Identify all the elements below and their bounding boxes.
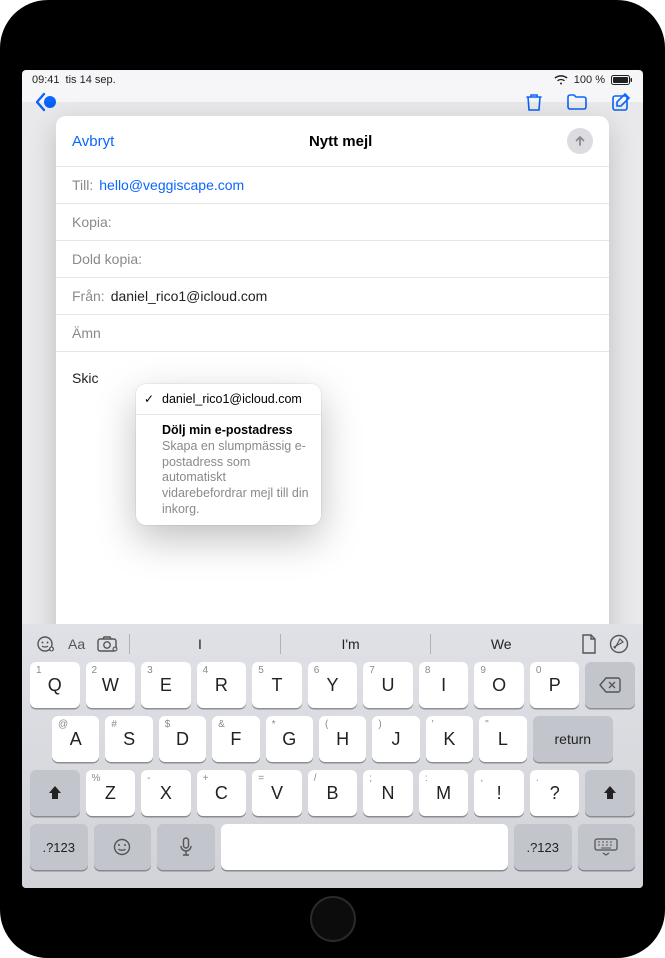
keyboard: Aa I I'm We 1Q2W3E4R5T6Y7U8I9O (22, 624, 643, 888)
status-date: tis 14 sep. (66, 74, 116, 86)
ipad-frame: 09:41 tis 14 sep. 100 % (0, 0, 665, 958)
key-u[interactable]: 7U (363, 662, 413, 708)
key-n[interactable]: ;N (363, 770, 413, 816)
emoji-key[interactable] (94, 824, 152, 870)
key-m[interactable]: :M (419, 770, 469, 816)
subject-field[interactable]: Ämn (56, 315, 609, 352)
cc-field[interactable]: Kopia: (56, 204, 609, 241)
keyboard-row-4: .?123 .?123 (30, 824, 635, 870)
numbers-key-right[interactable]: .?123 (514, 824, 572, 870)
status-bar: 09:41 tis 14 sep. 100 % (22, 70, 643, 90)
space-key[interactable] (221, 824, 509, 870)
key-q[interactable]: 1Q (30, 662, 80, 708)
markup-icon[interactable] (609, 634, 629, 654)
dictation-key[interactable] (157, 824, 215, 870)
key-e[interactable]: 3E (141, 662, 191, 708)
key-c[interactable]: +C (197, 770, 247, 816)
home-button[interactable] (310, 896, 356, 942)
key-z[interactable]: %Z (86, 770, 136, 816)
return-key[interactable]: return (533, 716, 614, 762)
from-value: daniel_rico1@icloud.com (111, 288, 268, 304)
key-p[interactable]: 0P (530, 662, 580, 708)
key-v[interactable]: =V (252, 770, 302, 816)
camera-icon[interactable] (97, 635, 119, 653)
compose-title: Nytt mejl (309, 133, 372, 150)
key-w[interactable]: 2W (86, 662, 136, 708)
to-value: hello@veggiscape.com (99, 177, 244, 193)
from-dropdown: daniel_rico1@icloud.com Dölj min e-posta… (136, 384, 321, 525)
dismiss-keyboard-key[interactable] (578, 824, 636, 870)
key-a[interactable]: @A (52, 716, 99, 762)
dropdown-selected-address[interactable]: daniel_rico1@icloud.com (136, 384, 321, 414)
status-time: 09:41 (32, 74, 60, 86)
dropdown-hide-my-email[interactable]: Dölj min e-postadress Skapa en slumpmäss… (136, 415, 321, 525)
key-g[interactable]: *G (266, 716, 313, 762)
wifi-icon (554, 75, 568, 85)
key-y[interactable]: 6Y (308, 662, 358, 708)
bcc-label: Dold kopia: (72, 251, 142, 267)
cc-label: Kopia: (72, 214, 112, 230)
key-?[interactable]: .? (530, 770, 580, 816)
from-field[interactable]: Från: daniel_rico1@icloud.com (56, 278, 609, 315)
suggestion-3[interactable]: We (430, 634, 571, 654)
key-t[interactable]: 5T (252, 662, 302, 708)
subject-label: Ämn (72, 325, 101, 341)
from-label: Från: (72, 288, 105, 304)
key-h[interactable]: (H (319, 716, 366, 762)
cancel-button[interactable]: Avbryt (72, 133, 114, 150)
to-field[interactable]: Till: hello@veggiscape.com (56, 167, 609, 204)
key-i[interactable]: 8I (419, 662, 469, 708)
numbers-key-left[interactable]: .?123 (30, 824, 88, 870)
key-l[interactable]: "L (479, 716, 526, 762)
battery-text: 100 % (574, 74, 605, 86)
keyboard-row-1: 1Q2W3E4R5T6Y7U8I9O0P (30, 662, 635, 708)
key-f[interactable]: &F (212, 716, 259, 762)
bcc-field[interactable]: Dold kopia: (56, 241, 609, 278)
backspace-key[interactable] (585, 662, 635, 708)
body-preview: Skic (72, 370, 98, 386)
keyboard-row-3: %Z-X+C=V/B;N:M,!.? (30, 770, 635, 816)
screen: 09:41 tis 14 sep. 100 % (22, 70, 643, 888)
text-format-icon[interactable]: Aa (68, 636, 85, 652)
key-d[interactable]: $D (159, 716, 206, 762)
memoji-sticker-icon[interactable] (36, 635, 56, 653)
key-j[interactable]: )J (372, 716, 419, 762)
hide-email-desc: Skapa en slumpmässig e-postadress som au… (162, 439, 309, 517)
shift-key-right[interactable] (585, 770, 635, 816)
scan-document-icon[interactable] (581, 634, 597, 654)
shift-key-left[interactable] (30, 770, 80, 816)
hide-email-title: Dölj min e-postadress (162, 423, 309, 437)
key-s[interactable]: #S (105, 716, 152, 762)
key-k[interactable]: 'K (426, 716, 473, 762)
key-x[interactable]: -X (141, 770, 191, 816)
to-label: Till: (72, 177, 93, 193)
battery-icon (611, 75, 633, 85)
key-r[interactable]: 4R (197, 662, 247, 708)
key-b[interactable]: /B (308, 770, 358, 816)
keyboard-row-2: @A#S$D&F*G(H)J'K"Lreturn (30, 716, 635, 762)
suggestion-2[interactable]: I'm (280, 634, 421, 654)
dropdown-selected-label: daniel_rico1@icloud.com (162, 392, 302, 406)
send-button[interactable] (567, 128, 593, 154)
key-![interactable]: ,! (474, 770, 524, 816)
suggestion-1[interactable]: I (129, 634, 270, 654)
key-o[interactable]: 9O (474, 662, 524, 708)
